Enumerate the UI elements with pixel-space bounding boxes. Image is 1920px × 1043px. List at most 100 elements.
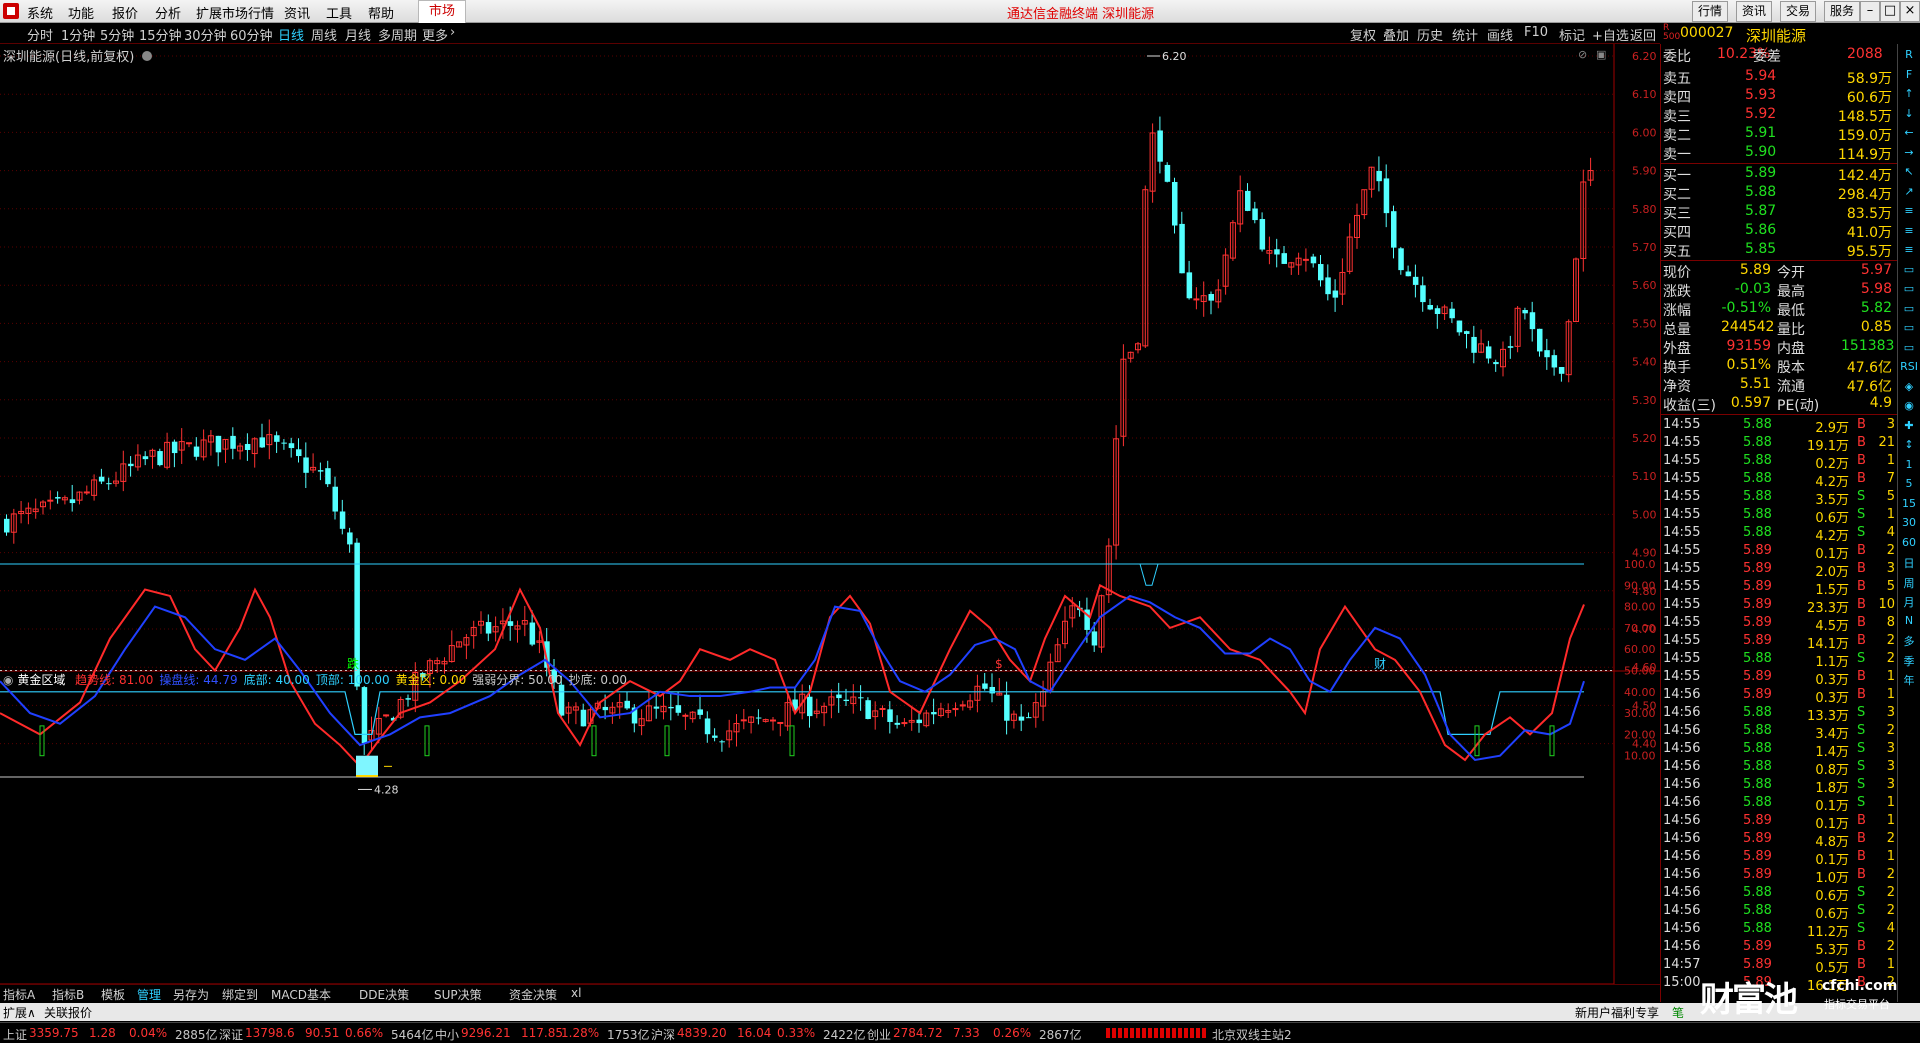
news-button[interactable]: 资讯 [1736,1,1773,22]
close-icon[interactable]: × [1900,1,1920,22]
tool-button[interactable]: +自选 [1592,25,1629,44]
candle-body-down [653,706,660,709]
side-tool-icon[interactable]: 年 [1898,672,1920,688]
side-tool-icon[interactable]: ← [1898,126,1920,139]
tool-button[interactable]: 统计 [1452,25,1478,44]
candle-body-down [836,694,842,699]
side-tool-icon[interactable]: 5 [1898,477,1920,490]
bottom-tab[interactable]: 另存为 [173,986,209,1003]
side-tool-icon[interactable]: 1 [1898,458,1920,471]
kline-chart[interactable]: 6.20 4.28 跌 $ 财 ⊘ ▣ 6.20 6.10 6.00 5.90 5.80 5.70 5.… [0,44,1660,984]
side-tool-icon[interactable]: ↓ [1898,107,1920,120]
maximize-icon[interactable]: □ [1880,1,1900,22]
tool-button[interactable]: 复权 [1350,25,1376,44]
period-9[interactable]: 多周期 [378,25,417,44]
period-6[interactable]: 60分钟 [230,25,273,44]
indicator-toggle-icon[interactable]: ◉ [3,673,13,687]
bottom-tab[interactable]: MACD基本 [271,986,331,1003]
param-value: 100.00 [343,673,390,687]
bottom-tab[interactable]: xl [571,986,581,1000]
period-3[interactable]: 5分钟 [100,25,134,44]
side-tool-icon[interactable]: RSI [1898,360,1920,373]
period-4[interactable]: 15分钟 [139,25,182,44]
side-tool-icon[interactable]: 季 [1898,653,1920,669]
menu-item[interactable]: 分析 [155,3,181,22]
side-tool-icon[interactable]: 15 [1898,497,1920,510]
side-tool-icon[interactable]: 周 [1898,575,1920,591]
related-quote[interactable]: 关联报价 [44,1004,92,1021]
period-8[interactable]: 月线 [345,25,371,44]
bottom-tab[interactable]: 资金决策 [509,986,557,1003]
bottom-tab[interactable]: 绑定到 [222,986,258,1003]
period-more[interactable]: 更多 [422,25,448,44]
quote-button[interactable]: 行情 [1692,1,1729,22]
side-tool-icon[interactable]: 多 [1898,633,1920,649]
period-2[interactable]: 1分钟 [61,25,95,44]
period-5[interactable]: 30分钟 [184,25,227,44]
side-tool-icon[interactable]: ▭ [1898,263,1920,276]
side-tool-icon[interactable]: ◈ [1898,380,1920,393]
side-tool-icon[interactable]: ▭ [1898,321,1920,334]
period-7[interactable]: 周线 [311,25,337,44]
bottom-tab[interactable]: 管理 [137,986,161,1003]
side-tool-icon[interactable]: ≡ [1898,224,1920,237]
side-tool-icon[interactable]: R [1898,48,1920,61]
tick-cell: 14:55 [1663,471,1701,486]
side-tool-icon[interactable]: F [1898,68,1920,81]
tick-cell: 14:56 [1663,849,1701,864]
side-tool-icon[interactable]: ▭ [1898,282,1920,295]
menu-item[interactable]: 扩展市场行情 [196,3,274,22]
index-value: 2784.72 [893,1026,943,1040]
bottom-tab[interactable]: 指标B [52,986,84,1003]
side-tool-icon[interactable]: ≡ [1898,243,1920,256]
menu-item[interactable]: 资讯 [284,3,310,22]
tool-button[interactable]: 标记 [1559,25,1585,44]
service-button[interactable]: 服务 [1824,1,1861,22]
side-tool-icon[interactable]: ▭ [1898,302,1920,315]
pen-button[interactable]: 笔 [1672,1004,1684,1021]
menu-item[interactable]: 报价 [112,3,138,22]
tick-row: 14:55 5.89 4.5万 B 8 [1661,614,1897,634]
minimize-icon[interactable]: – [1860,1,1880,22]
tool-button[interactable]: 画线 [1487,25,1513,44]
new-user-promo[interactable]: 新用户福利专享 [1575,1004,1659,1021]
menu-item[interactable]: 系统 [27,3,53,22]
bottom-tab[interactable]: DDE决策 [359,986,409,1003]
tool-button[interactable]: 历史 [1417,25,1443,44]
side-tool-icon[interactable]: ✚ [1898,419,1920,432]
side-tool-icon[interactable]: ▭ [1898,341,1920,354]
side-tool-icon[interactable]: → [1898,146,1920,159]
tool-button[interactable]: 返回 [1630,25,1656,44]
period-1[interactable]: 分时 [27,25,53,44]
side-tool-icon[interactable]: ◉ [1898,399,1920,412]
candle-body-down [858,697,864,699]
side-tool-icon[interactable]: 60 [1898,536,1920,549]
period-daily[interactable]: 日线 [278,25,304,44]
tool-button[interactable]: 叠加 [1383,25,1409,44]
bottom-tab[interactable]: 指标A [3,986,35,1003]
market-tab[interactable]: 市场 [418,0,467,23]
trade-button[interactable]: 交易 [1780,1,1817,22]
side-tool-icon[interactable]: 30 [1898,516,1920,529]
menu-item[interactable]: 工具 [326,3,352,22]
bottom-tab[interactable]: SUP决策 [434,986,482,1003]
settings-icon[interactable] [142,51,153,61]
chevron-right-icon[interactable]: › [450,25,455,40]
side-tool-icon[interactable]: ↖ [1898,165,1920,178]
side-tool-icon[interactable]: ↗ [1898,185,1920,198]
side-tool-icon[interactable]: N [1898,614,1920,627]
side-tool-icon[interactable]: ≡ [1898,204,1920,217]
side-tool-icon[interactable]: 月 [1898,594,1920,610]
extension-toggle[interactable]: 扩展∧ [3,1004,36,1021]
menu-item[interactable]: 功能 [68,3,94,22]
menu-item[interactable]: 帮助 [368,3,394,22]
bottom-tab[interactable]: 模板 [101,986,125,1003]
side-tool-icon[interactable]: ↑ [1898,87,1920,100]
side-tool-icon[interactable]: ↕ [1898,438,1920,451]
tool-button[interactable]: F10 [1524,25,1548,40]
quote-cell: 151383 [1841,338,1895,354]
y-tick-label: 5.30 [1632,394,1657,407]
candle-body-down [1551,355,1558,368]
side-tool-icon[interactable]: 日 [1898,555,1920,571]
zoom-icon: ⊘ [1578,48,1587,61]
